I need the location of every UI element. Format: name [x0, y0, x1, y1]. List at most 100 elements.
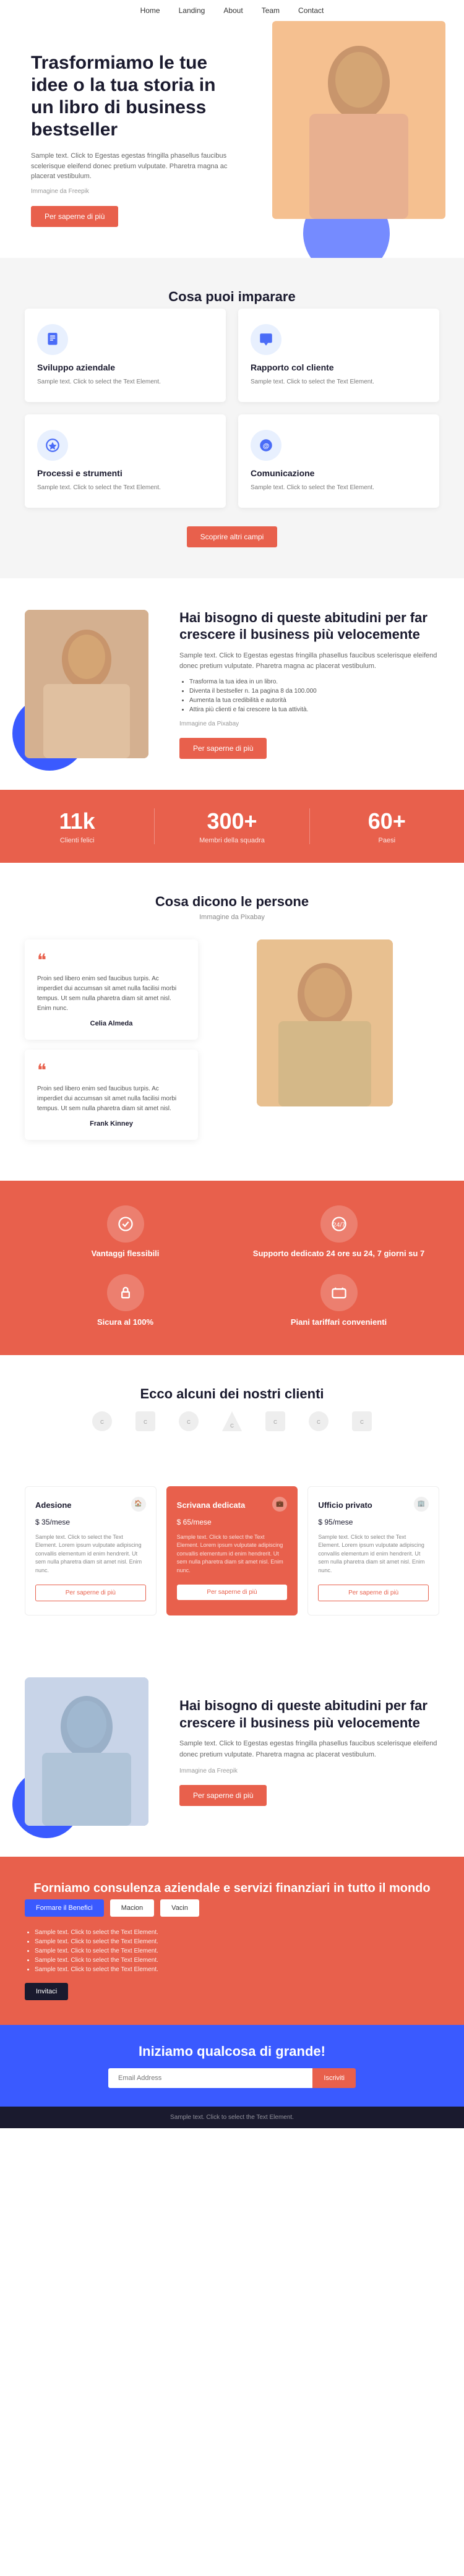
grow-person-image — [25, 610, 161, 758]
cta-footer-title: Iniziamo qualcosa di grande! — [25, 2043, 439, 2060]
client-logo-7: C — [346, 1406, 377, 1437]
svg-text:C: C — [317, 1419, 320, 1425]
bottom-bar: Sample text. Click to select the Text El… — [0, 2107, 464, 2128]
svg-text:C: C — [144, 1419, 147, 1425]
consult-list: Sample text. Click to select the Text El… — [35, 1929, 439, 1973]
pricing-2-cta[interactable]: Per saperne di più — [177, 1585, 288, 1600]
client-logo-5: C — [260, 1406, 291, 1437]
grow-bullet-1: Trasforma la tua idea in un libro. — [189, 678, 439, 685]
pricing-3-price: $ 95/mese — [318, 1512, 429, 1528]
learn-cta-button[interactable]: Scoprire altri campi — [187, 526, 278, 547]
learn-cards-grid: Sviluppo aziendale Sample text. Click to… — [25, 309, 439, 508]
testimonials-title: Cosa dicono le persone — [25, 894, 439, 910]
consult-item-2: Sample text. Click to select the Text El… — [35, 1938, 439, 1945]
grow2-title: Hai bisogno di queste abitudini per far … — [179, 1697, 439, 1731]
learn-card-4: @ Comunicazione Sample text. Click to se… — [238, 414, 439, 508]
testimonial-card-1: ❝ Proin sed libero enim sed faucibus tur… — [25, 939, 198, 1040]
grow2-section: Hai bisogno di queste abitudini per far … — [0, 1646, 464, 1857]
svg-text:C: C — [230, 1423, 234, 1429]
pricing-2-desc: Sample text. Click to select the Text El… — [177, 1533, 288, 1575]
consult-btn-1[interactable]: Formare il Benefici — [25, 1899, 104, 1917]
feature-4-title: Piani tariffari convenienti — [291, 1317, 387, 1327]
hero-cta-button[interactable]: Per saperne di più — [31, 206, 118, 227]
consult-buttons: Formare il Benefici Macion Vacin — [25, 1899, 439, 1917]
grow2-image-credit: Immagine da Freepik — [179, 1766, 439, 1776]
grow-cta-button[interactable]: Per saperne di più — [179, 738, 267, 759]
client-logo-3: C — [173, 1406, 204, 1437]
feature-4: Piani tariffari convenienti — [238, 1274, 439, 1330]
card-4-icon: @ — [251, 430, 281, 461]
consult-item-5: Sample text. Click to select the Text El… — [35, 1966, 439, 1973]
client-logo-1: C — [87, 1406, 118, 1437]
features-section: Vantaggi flessibili 24/7 Supporto dedica… — [0, 1181, 464, 1355]
pricing-card-2: 💼 Scrivana dedicata $ 65/mese Sample tex… — [166, 1486, 298, 1616]
grow-image-credit: Immagine da Pixabay — [179, 719, 439, 729]
learn-card-2: Rapporto col cliente Sample text. Click … — [238, 309, 439, 402]
cta-email-input[interactable] — [108, 2068, 312, 2088]
testimonial-person — [257, 939, 393, 1106]
stat-1-label: Clienti felici — [0, 837, 154, 844]
pricing-1-cta[interactable]: Per saperne di più — [35, 1585, 146, 1601]
cta-submit-button[interactable]: Iscriviti — [312, 2068, 356, 2088]
stat-3: 60+ Paesi — [310, 808, 464, 844]
testimonials-image-credit: Immagine da Pixabay — [25, 914, 439, 921]
grow-title: Hai bisogno di queste abitudini per far … — [179, 609, 439, 643]
svg-text:C: C — [100, 1419, 104, 1425]
feature-2-icon: 24/7 — [320, 1205, 358, 1243]
card-2-body: Sample text. Click to select the Text El… — [251, 377, 427, 387]
pricing-3-icon: 🏢 — [414, 1497, 429, 1512]
hero-body: Sample text. Click to Egestas egestas fr… — [31, 151, 241, 182]
nav-item-about[interactable]: About — [223, 6, 243, 15]
testimonial-card-2: ❝ Proin sed libero enim sed faucibus tur… — [25, 1050, 198, 1140]
grow2-person — [25, 1677, 148, 1826]
feature-3-title: Sicura al 100% — [97, 1317, 153, 1327]
pricing-3-name: Ufficio privato — [318, 1500, 429, 1510]
consult-item-1: Sample text. Click to select the Text El… — [35, 1929, 439, 1936]
pricing-2-icon: 💼 — [272, 1497, 287, 1512]
stat-2-number: 300+ — [155, 808, 309, 834]
svg-text:@: @ — [263, 442, 270, 450]
testimonial-2-text: Proin sed libero enim sed faucibus turpi… — [37, 1084, 186, 1114]
grow-bullets: Trasforma la tua idea in un libro. Diven… — [189, 678, 439, 713]
cta-search-bar: Iscriviti — [108, 2068, 356, 2088]
client-logo-4: C — [217, 1406, 247, 1437]
consult-section: Forniamo consulenza aziendale e servizi … — [0, 1857, 464, 2025]
clients-section: Ecco alcuni dei nostri clienti C C C C C… — [0, 1355, 464, 1486]
svg-text:C: C — [187, 1419, 191, 1425]
bottom-text: Sample text. Click to select the Text El… — [25, 2114, 439, 2121]
stats-section: 11k Clienti felici 300+ Membri della squ… — [0, 790, 464, 863]
grow-content: Hai bisogno di queste abitudini per far … — [179, 609, 439, 759]
svg-text:24/7: 24/7 — [332, 1221, 345, 1228]
cta-footer-section: Iniziamo qualcosa di grande! Iscriviti — [0, 2025, 464, 2107]
grow2-cta-button[interactable]: Per saperne di più — [179, 1785, 267, 1806]
card-2-icon — [251, 324, 281, 355]
pricing-grid: 🏠 Adesione $ 35/mese Sample text. Click … — [25, 1486, 439, 1616]
nav-item-home[interactable]: Home — [140, 6, 160, 15]
consult-cta-button[interactable]: Invitaci — [25, 1983, 68, 2000]
feature-1-title: Vantaggi flessibili — [92, 1249, 160, 1258]
card-4-body: Sample text. Click to select the Text El… — [251, 483, 427, 492]
pricing-3-cta[interactable]: Per saperne di più — [318, 1585, 429, 1601]
pricing-section: 🏠 Adesione $ 35/mese Sample text. Click … — [0, 1486, 464, 1647]
learn-section: Cosa puoi imparare Sviluppo aziendale Sa… — [0, 258, 464, 578]
grow-person — [25, 610, 148, 758]
learn-card-1: Sviluppo aziendale Sample text. Click to… — [25, 309, 226, 402]
hero-title: Trasformiamo le tue idee o la tua storia… — [31, 52, 241, 141]
hero-text-block: Trasformiamo le tue idee o la tua storia… — [31, 52, 241, 227]
nav-item-landing[interactable]: Landing — [179, 6, 205, 15]
feature-3-icon — [107, 1274, 144, 1311]
card-1-title: Sviluppo aziendale — [37, 362, 213, 372]
consult-btn-3[interactable]: Vacin — [160, 1899, 199, 1917]
nav-item-contact[interactable]: Contact — [298, 6, 324, 15]
consult-btn-2[interactable]: Macion — [110, 1899, 154, 1917]
card-4-title: Comunicazione — [251, 468, 427, 478]
pricing-1-name: Adesione — [35, 1500, 146, 1510]
svg-text:C: C — [360, 1419, 364, 1425]
pricing-1-desc: Sample text. Click to select the Text El… — [35, 1533, 146, 1575]
grow2-person-image — [25, 1677, 161, 1826]
grow2-content: Hai bisogno di queste abitudini per far … — [179, 1697, 439, 1806]
card-1-body: Sample text. Click to select the Text El… — [37, 377, 213, 387]
consult-item-3: Sample text. Click to select the Text El… — [35, 1948, 439, 1954]
testimonials-cards: ❝ Proin sed libero enim sed faucibus tur… — [25, 939, 198, 1150]
nav-item-team[interactable]: Team — [262, 6, 280, 15]
